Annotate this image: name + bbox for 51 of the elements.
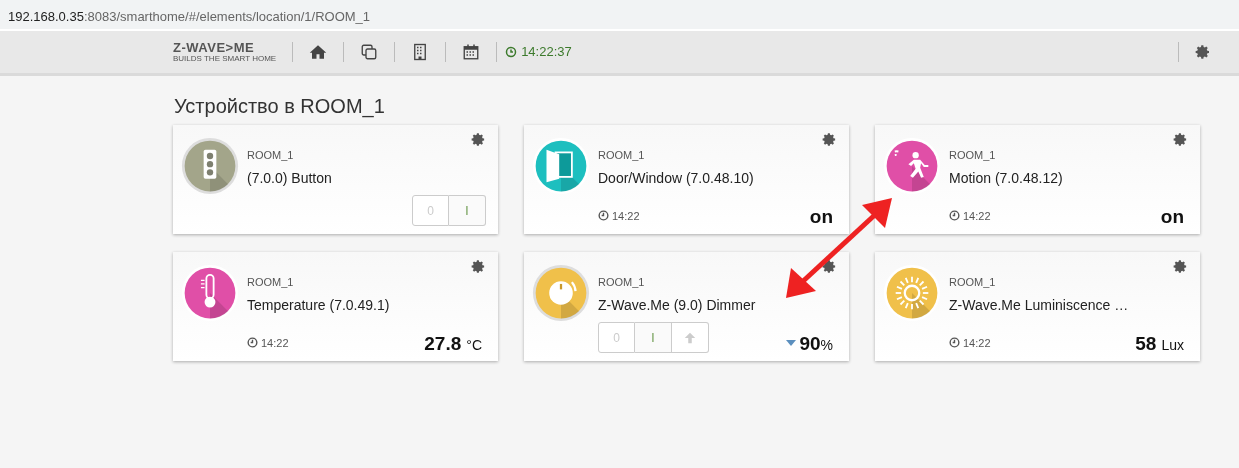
device-name: Z-Wave.Me Luminiscence … [949,295,1130,315]
device-name: Z-Wave.Me (9.0) Dimmer [598,295,757,315]
location-label: ROOM_1 [949,148,997,163]
device-name: Door/Window (7.0.48.10) [598,168,755,188]
update-time: 14:22 [612,208,640,224]
dial-icon [532,264,590,322]
settings-icon[interactable] [822,132,837,147]
update-time: 14:22 [261,335,289,351]
thermometer-icon [181,264,239,322]
device-value: 58 Lux [1135,334,1184,353]
device-name: (7.0.0) Button [247,168,333,188]
clock-icon [247,337,258,349]
device-value: 90% [799,334,833,353]
location-label: ROOM_1 [247,275,295,290]
device-name: Motion (7.0.48.12) [949,168,1064,188]
update-time: 14:22 [963,335,991,351]
location-label: ROOM_1 [598,275,646,290]
settings-icon[interactable] [471,259,486,274]
address-bar[interactable]: 192.168.0.35:8083/smarthome/#/elements/location/1/ROOM_1 [0,0,1239,31]
settings-icon[interactable] [471,132,486,147]
clock-time: 14:22:37 [521,43,572,62]
home-icon[interactable] [309,43,328,61]
clock-icon [598,210,609,222]
device-value: on [1160,207,1184,226]
clock-icon [949,210,960,222]
location-label: ROOM_1 [598,148,646,163]
device-name: Temperature (7.0.49.1) [247,295,391,315]
logo[interactable]: Z-WAVE>ME [173,41,277,54]
settings-icon[interactable] [822,259,837,274]
settings-icon[interactable] [1173,132,1188,147]
device-value: on [809,207,833,226]
device-value: 27.8 °C [424,334,482,353]
settings-icon[interactable] [1195,44,1211,60]
caret-down-icon[interactable] [786,340,797,347]
clock-icon [949,337,960,349]
sun-icon [883,264,941,322]
toggle-button[interactable]: I [449,195,486,226]
copy-icon[interactable] [360,43,379,61]
up-arrow-icon [683,331,697,346]
clock-icon [505,46,518,58]
running-person-icon [883,137,941,195]
settings-icon[interactable] [1173,259,1188,274]
update-time: 14:22 [963,208,991,224]
logo-tagline: BUILDS THE SMART HOME [173,55,277,63]
page-heading: Устройство в ROOM_1 [174,94,386,118]
traffic-light-icon [181,137,239,195]
calendar-icon[interactable] [462,43,481,61]
door-icon [532,137,590,195]
toggle-button[interactable]: I [635,322,672,353]
location-label: ROOM_1 [247,148,295,163]
location-label: ROOM_1 [949,275,997,290]
